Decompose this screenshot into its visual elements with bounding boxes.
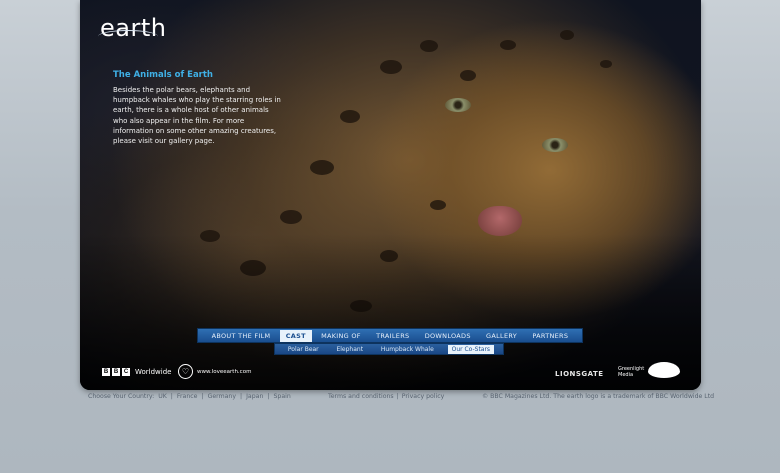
country-france[interactable]: France bbox=[177, 393, 198, 400]
privacy-link[interactable]: Privacy policy bbox=[402, 393, 445, 400]
country-germany[interactable]: Germany bbox=[208, 393, 236, 400]
bbc-worldwide-text: Worldwide bbox=[135, 368, 172, 376]
country-label: Choose Your Country: bbox=[88, 393, 155, 400]
country-japan[interactable]: Japan bbox=[246, 393, 263, 400]
subnav-polar-bear[interactable]: Polar Bear bbox=[284, 345, 323, 354]
earth-logo-arc bbox=[98, 30, 158, 43]
subnav-humpback-whale[interactable]: Humpback Whale bbox=[377, 345, 438, 354]
bbc-letter-b2: B bbox=[112, 368, 120, 376]
intro-panel: The Animals of Earth Besides the polar b… bbox=[113, 70, 283, 146]
greenlight-text: Greenlight Media bbox=[618, 366, 645, 378]
country-uk[interactable]: UK bbox=[158, 393, 167, 400]
country-sep: | bbox=[240, 393, 243, 400]
nav-cast[interactable]: CAST bbox=[279, 329, 312, 342]
bbc-letter-b1: B bbox=[102, 368, 110, 376]
country-sep: | bbox=[267, 393, 270, 400]
greenlight-media-logo[interactable]: Greenlight Media bbox=[618, 362, 698, 378]
nav-partners[interactable]: PARTNERS bbox=[526, 330, 574, 342]
bbc-letter-c: C bbox=[122, 368, 130, 376]
copyright-text: © BBC Magazines Ltd. The earth logo is a… bbox=[482, 393, 715, 400]
loveearth-link[interactable]: ♡ www.loveearth.com bbox=[178, 364, 251, 379]
country-selector: Choose Your Country: UK | France | Germany… bbox=[88, 393, 291, 400]
nav-making-of[interactable]: MAKING OF bbox=[315, 330, 367, 342]
heart-icon: ♡ bbox=[178, 364, 193, 379]
country-sep: | bbox=[170, 393, 173, 400]
intro-title: The Animals of Earth bbox=[113, 70, 213, 80]
main-nav: ABOUT THE FILM CAST MAKING OF TRAILERS D… bbox=[197, 328, 583, 343]
terms-link[interactable]: Terms and conditions bbox=[328, 393, 394, 400]
nav-downloads[interactable]: DOWNLOADS bbox=[419, 330, 477, 342]
intro-body: Besides the polar bears, elephants and h… bbox=[113, 86, 281, 146]
cast-subnav: Polar Bear Elephant Humpback Whale Our C… bbox=[274, 343, 504, 355]
nav-trailers[interactable]: TRAILERS bbox=[370, 330, 415, 342]
legal-links: Terms and conditions | Privacy policy bbox=[328, 393, 444, 400]
lionsgate-logo[interactable]: LIONSGATE bbox=[555, 370, 604, 378]
legal-sep: | bbox=[396, 393, 399, 400]
greenlight-swoosh-icon bbox=[648, 362, 680, 378]
subnav-our-co-stars[interactable]: Our Co-Stars bbox=[447, 344, 495, 354]
country-spain[interactable]: Spain bbox=[273, 393, 290, 400]
loveearth-url: www.loveearth.com bbox=[197, 368, 252, 375]
nav-about-the-film[interactable]: ABOUT THE FILM bbox=[206, 330, 277, 342]
subnav-elephant[interactable]: Elephant bbox=[332, 345, 367, 354]
main-stage: earth The Animals of Earth Besides the p… bbox=[80, 0, 701, 390]
partner-logos: B B C Worldwide ♡ www.loveearth.com LION… bbox=[80, 360, 701, 390]
nav-gallery[interactable]: GALLERY bbox=[480, 330, 523, 342]
country-sep: | bbox=[201, 393, 204, 400]
page-footer: Choose Your Country: UK | France | Germany… bbox=[0, 393, 780, 405]
bbc-worldwide-logo[interactable]: B B C Worldwide bbox=[102, 368, 171, 376]
